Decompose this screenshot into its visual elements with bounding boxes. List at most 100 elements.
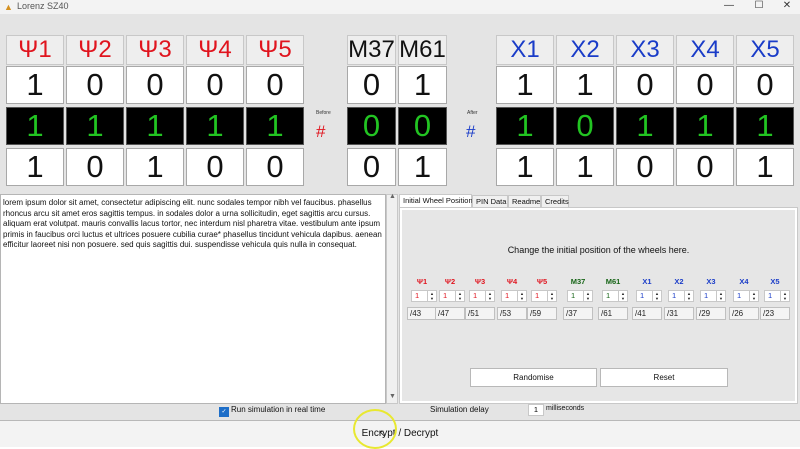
chi-headers-cell: Ψ1	[6, 35, 64, 65]
chi-headers-cell: Ψ2	[66, 35, 124, 65]
wheel-position-value: 1	[704, 291, 709, 300]
chi-bottom-cell: 0	[186, 148, 244, 186]
tab-pin-data[interactable]: PIN Data	[472, 195, 508, 207]
wheel-size-field: /59	[527, 307, 557, 320]
motor-bottom-cell: 1	[398, 148, 447, 186]
wheel-size-field: /31	[664, 307, 694, 320]
psi-mid-cell: 1	[736, 107, 794, 145]
chi-bottom-cell: 1	[6, 148, 64, 186]
psi-top-cell: 1	[496, 66, 554, 104]
motor-top-cell: 0	[347, 66, 396, 104]
reset-button[interactable]: Reset	[600, 368, 728, 387]
motor-mid-cell: 0	[347, 107, 396, 145]
wheel-label: Ψ1	[416, 277, 428, 286]
wheel-position-stepper[interactable]: 1 ▲ ▼	[602, 290, 628, 302]
stepper-arrows-icon[interactable]: ▲ ▼	[455, 291, 464, 301]
delay-unit-label: milliseconds	[546, 405, 585, 412]
wheel-position-stepper[interactable]: 1 ▲ ▼	[733, 290, 759, 302]
minimize-button[interactable]: —	[716, 0, 742, 13]
hash-left: #	[316, 122, 326, 141]
wheel-size-field: /29	[696, 307, 726, 320]
motor-top-cell: 1	[398, 66, 447, 104]
scroll-up-icon[interactable]: ▲	[389, 193, 396, 200]
wheel-position-value: 1	[640, 291, 645, 300]
stepper-arrows-icon[interactable]: ▲ ▼	[583, 291, 592, 301]
maximize-button[interactable]: ☐	[746, 0, 772, 13]
psi-headers-cell: X4	[676, 35, 734, 65]
chi-mid-cell: 1	[186, 107, 244, 145]
psi-bottom-cell: 1	[556, 148, 614, 186]
sim-delay-input[interactable]: 1	[528, 404, 544, 416]
stepper-arrows-icon[interactable]: ▲ ▼	[749, 291, 758, 301]
stepper-arrows-icon[interactable]: ▲ ▼	[517, 291, 526, 301]
encrypt-decrypt-button[interactable]: Encrypt / Decrypt	[0, 420, 800, 447]
motor-bottom-cell: 0	[347, 148, 396, 186]
wheel-size-field: /47	[435, 307, 465, 320]
stepper-arrows-icon[interactable]: ▲ ▼	[618, 291, 627, 301]
wheel-position-value: 1	[571, 291, 576, 300]
psi-mid-cell: 0	[556, 107, 614, 145]
psi-bottom-cell: 0	[676, 148, 734, 186]
close-button[interactable]: ✕	[774, 0, 800, 13]
chi-top-cell: 0	[126, 66, 184, 104]
tab-credits[interactable]: Credits	[541, 195, 569, 207]
tab-readme[interactable]: Readme	[508, 195, 541, 207]
chi-headers-cell: Ψ4	[186, 35, 244, 65]
wheel-position-value: 1	[606, 291, 611, 300]
wheel-position-stepper[interactable]: 1 ▲ ▼	[439, 290, 465, 302]
before-label: Before	[316, 110, 331, 116]
wheel-position-value: 1	[443, 291, 448, 300]
wheel-label: X5	[770, 277, 780, 286]
wheel-position-stepper[interactable]: 1 ▲ ▼	[567, 290, 593, 302]
psi-headers-cell: X2	[556, 35, 614, 65]
wheel-label: M61	[605, 277, 621, 286]
wheel-position-stepper[interactable]: 1 ▲ ▼	[636, 290, 662, 302]
chi-mid-cell: 1	[6, 107, 64, 145]
wheel-position-stepper[interactable]: 1 ▲ ▼	[469, 290, 495, 302]
window-title: Lorenz SZ40	[17, 1, 69, 11]
wheel-position-value: 1	[737, 291, 742, 300]
chi-mid-cell: 1	[66, 107, 124, 145]
log-scrollbar[interactable]: ▲ ▼	[386, 193, 398, 404]
psi-top-cell: 0	[676, 66, 734, 104]
wheel-label: Ψ4	[506, 277, 518, 286]
motor-mid-cell: 0	[398, 107, 447, 145]
wheel-position-stepper[interactable]: 1 ▲ ▼	[668, 290, 694, 302]
wheel-position-stepper[interactable]: 1 ▲ ▼	[700, 290, 726, 302]
after-label: After	[467, 110, 478, 116]
wheel-position-value: 1	[505, 291, 510, 300]
initial-positions-panel: Change the initial position of the wheel…	[399, 207, 798, 404]
sim-realtime-checkbox[interactable]: ✓	[219, 407, 229, 417]
wheel-size-field: /41	[632, 307, 662, 320]
chi-top-cell: 0	[186, 66, 244, 104]
stepper-arrows-icon[interactable]: ▲ ▼	[547, 291, 556, 301]
mouse-cursor-icon: ↖	[378, 429, 387, 440]
wheel-position-stepper[interactable]: 1 ▲ ▼	[531, 290, 557, 302]
stepper-arrows-icon[interactable]: ▲ ▼	[652, 291, 661, 301]
psi-headers-cell: X1	[496, 35, 554, 65]
stepper-arrows-icon[interactable]: ▲ ▼	[485, 291, 494, 301]
stepper-arrows-icon[interactable]: ▲ ▼	[684, 291, 693, 301]
tab-initial-wheel-positions[interactable]: Initial Wheel Positions	[399, 194, 476, 208]
wheel-label: Ψ5	[536, 277, 548, 286]
wheel-position-value: 1	[415, 291, 420, 300]
chi-top-cell: 0	[66, 66, 124, 104]
chi-top-cell: 0	[246, 66, 304, 104]
stepper-arrows-icon[interactable]: ▲ ▼	[780, 291, 789, 301]
psi-mid-cell: 1	[676, 107, 734, 145]
wheel-label: M37	[570, 277, 586, 286]
chi-top-cell: 1	[6, 66, 64, 104]
wheel-label: Ψ2	[444, 277, 456, 286]
scroll-down-icon[interactable]: ▼	[389, 393, 396, 400]
app-icon: ▲	[4, 2, 13, 12]
wheel-label: X2	[674, 277, 684, 286]
wheel-position-value: 1	[473, 291, 478, 300]
wheel-position-stepper[interactable]: 1 ▲ ▼	[411, 290, 437, 302]
wheel-position-stepper[interactable]: 1 ▲ ▼	[501, 290, 527, 302]
randomise-button[interactable]: Randomise	[470, 368, 597, 387]
wheel-position-stepper[interactable]: 1 ▲ ▼	[764, 290, 790, 302]
stepper-arrows-icon[interactable]: ▲ ▼	[427, 291, 436, 301]
stepper-arrows-icon[interactable]: ▲ ▼	[716, 291, 725, 301]
motor-headers-cell: M37	[347, 35, 396, 65]
message-textbox[interactable]: lorem ipsum dolor sit amet, consectetur …	[0, 194, 386, 404]
